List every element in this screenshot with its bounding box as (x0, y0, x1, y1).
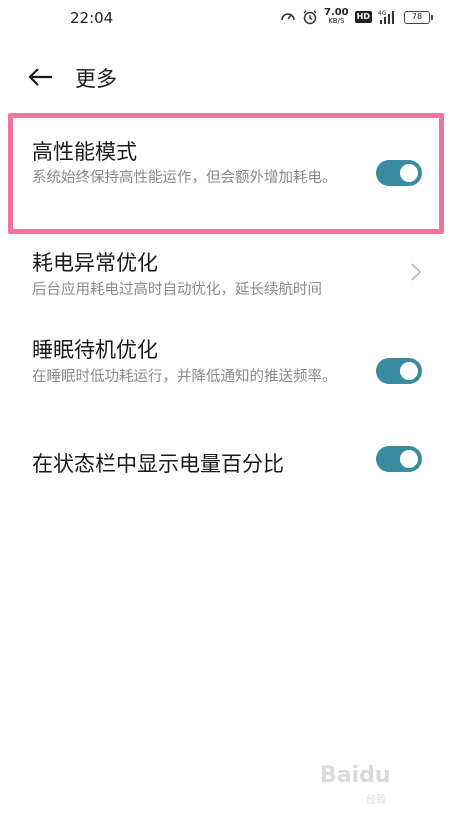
watermark-text: Baidu (320, 763, 391, 788)
speed-unit: KB/S (328, 17, 345, 25)
setting-title: 在状态栏中显示电量百分比 (32, 452, 284, 476)
header: 更多 (0, 52, 460, 102)
status-time: 22:04 (70, 9, 114, 27)
battery-icon: 78 (404, 10, 433, 24)
hd-icon: HD (354, 11, 372, 23)
battery-percentage-toggle[interactable] (376, 446, 422, 472)
setting-description: 在睡眠时低功耗运行，并降低通知的推送频率。 (32, 369, 337, 385)
chevron-right-icon[interactable] (408, 261, 424, 283)
alarm-icon (303, 10, 317, 25)
arrow-left-icon[interactable] (26, 64, 56, 90)
setting-power-anomaly[interactable]: 耗电异常优化 后台应用耗电过高时自动优化，延长续航时间 (0, 243, 460, 313)
watermark-sub: 经验 (366, 795, 386, 806)
setting-description: 后台应用耗电过高时自动优化，延长续航时间 (32, 282, 322, 298)
speed-gauge-icon (281, 13, 295, 21)
signal-icon: 4G (378, 10, 394, 24)
network-speed: 7.00 KB/S (324, 8, 349, 26)
setting-title: 高性能模式 (32, 140, 137, 164)
status-icons: 7.00 KB/S HD 4G 78 (280, 8, 433, 26)
setting-sleep-standby[interactable]: 睡眠待机优化 在睡眠时低功耗运行，并降低通知的推送频率。 (0, 330, 460, 420)
battery-level: 78 (411, 11, 423, 21)
toggle-knob (400, 164, 418, 182)
watermark-logo: Baidu 经验 (320, 759, 430, 807)
setting-high-performance[interactable]: 高性能模式 系统始终保持高性能运作，但会额外增加耗电。 (0, 130, 460, 230)
toggle-knob (400, 362, 418, 380)
page-title: 更多 (75, 67, 117, 91)
toggle-knob (400, 450, 418, 468)
setting-title: 耗电异常优化 (32, 251, 158, 275)
network-type-label: 4G (378, 10, 387, 17)
screen: 22:04 7.00 KB/S HD 4G 78 更多 高性能模式 系统始终保持… (0, 0, 460, 825)
setting-description: 系统始终保持高性能运作，但会额外增加耗电。 (32, 170, 337, 186)
setting-title: 睡眠待机优化 (32, 338, 158, 362)
high-performance-toggle[interactable] (376, 160, 422, 186)
speed-value: 7.00 (323, 7, 349, 18)
sleep-standby-toggle[interactable] (376, 358, 422, 384)
status-bar: 22:04 7.00 KB/S HD 4G 78 (0, 0, 460, 38)
setting-battery-percentage[interactable]: 在状态栏中显示电量百分比 (0, 444, 460, 484)
